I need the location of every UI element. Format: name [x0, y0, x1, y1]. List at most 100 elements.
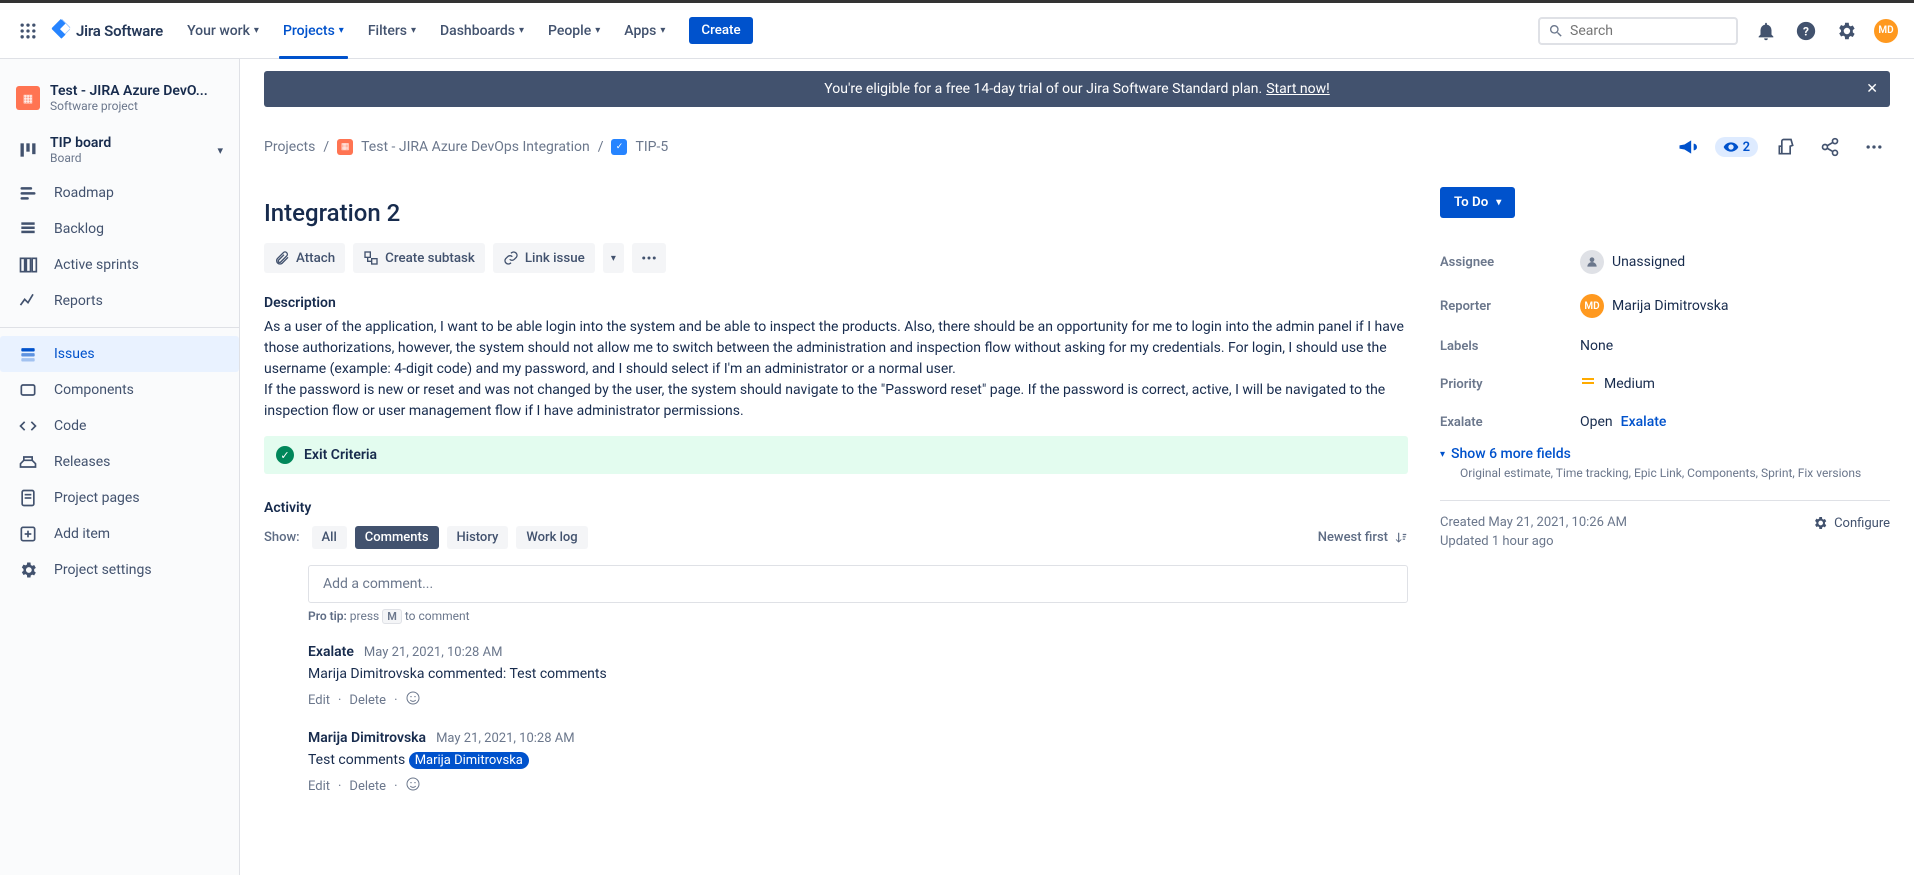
comment-author[interactable]: Exalate [308, 644, 354, 660]
tab-comments[interactable]: Comments [355, 526, 439, 549]
banner-start-link[interactable]: Start now! [1266, 81, 1330, 97]
more-issue-actions[interactable] [632, 243, 666, 273]
create-subtask-button[interactable]: Create subtask [353, 243, 485, 273]
search-icon [1548, 23, 1564, 39]
nav-people[interactable]: People▾ [540, 3, 608, 59]
pages-icon [16, 488, 40, 508]
crumb-projects[interactable]: Projects [264, 139, 315, 155]
sidebar-project[interactable]: ▦ Test - JIRA Azure DevO... Software pro… [0, 75, 239, 121]
crumb-project[interactable]: Test - JIRA Azure DevOps Integration [361, 139, 590, 155]
show-label: Show: [264, 530, 300, 545]
nav-dashboards[interactable]: Dashboards▾ [432, 3, 532, 59]
configure-button[interactable]: Configure [1812, 515, 1890, 531]
banner-close-icon[interactable]: ✕ [1866, 81, 1878, 97]
show-more-fields-list: Original estimate, Time tracking, Epic L… [1460, 466, 1890, 480]
sidebar-components[interactable]: Components [0, 372, 239, 408]
show-more-fields[interactable]: ▾Show 6 more fields [1440, 446, 1890, 462]
user-mention[interactable]: Marija Dimitrovska [409, 752, 529, 769]
priority-label: Priority [1440, 377, 1580, 392]
created-date: Created May 21, 2021, 10:26 AM [1440, 515, 1627, 530]
logo-icon [50, 18, 72, 44]
updated-date: Updated 1 hour ago [1440, 534, 1627, 549]
sidebar-reports[interactable]: Reports [0, 283, 239, 319]
react-icon[interactable] [405, 776, 421, 796]
sidebar-issues[interactable]: Issues [0, 336, 239, 372]
comment-delete[interactable]: Delete [349, 779, 386, 794]
issues-icon [16, 344, 40, 364]
project-name: Test - JIRA Azure DevO... [50, 83, 208, 99]
comment-item: E Exalate May 21, 2021, 10:28 AM Marija … [264, 644, 1408, 710]
create-button[interactable]: Create [689, 17, 752, 44]
description-text[interactable]: As a user of the application, I want to … [264, 317, 1408, 422]
priority-value[interactable]: Medium [1580, 374, 1890, 394]
sidebar-board-toggle[interactable]: TIP board Board ▾ [0, 127, 239, 173]
sidebar-backlog[interactable]: Backlog [0, 211, 239, 247]
exalate-value[interactable]: Open Exalate [1580, 414, 1890, 430]
app-switcher[interactable] [12, 15, 44, 47]
comment-delete[interactable]: Delete [349, 693, 386, 708]
settings-icon[interactable] [1830, 15, 1862, 47]
exit-criteria-panel[interactable]: ✓ Exit Criteria [264, 436, 1408, 474]
search-input[interactable] [1570, 23, 1748, 39]
exalate-link[interactable]: Exalate [1621, 414, 1667, 430]
link-issue-button[interactable]: Link issue [493, 243, 595, 273]
comment-item: MD Marija Dimitrovska May 21, 2021, 10:2… [264, 730, 1408, 796]
tab-history[interactable]: History [447, 526, 509, 549]
help-icon[interactable]: ? [1790, 15, 1822, 47]
reporter-label: Reporter [1440, 299, 1580, 314]
code-icon [16, 416, 40, 436]
sidebar-project-pages[interactable]: Project pages [0, 480, 239, 516]
comment-edit[interactable]: Edit [308, 693, 330, 708]
react-icon[interactable] [405, 690, 421, 710]
watch-button[interactable]: 2 [1715, 137, 1758, 157]
reporter-value[interactable]: MD Marija Dimitrovska [1580, 294, 1890, 318]
assignee-value[interactable]: Unassigned [1580, 250, 1890, 274]
components-icon [16, 380, 40, 400]
description-heading: Description [264, 295, 1408, 311]
add-comment-input[interactable]: Add a comment... [308, 565, 1408, 603]
tab-all[interactable]: All [312, 526, 347, 549]
sidebar-active-sprints[interactable]: Active sprints [0, 247, 239, 283]
crumb-key[interactable]: TIP-5 [635, 139, 668, 155]
share-icon[interactable] [1814, 131, 1846, 163]
sidebar-code[interactable]: Code [0, 408, 239, 444]
jira-logo[interactable]: Jira Software [50, 18, 163, 44]
issue-title[interactable]: Integration 2 [264, 199, 1408, 227]
sidebar-releases[interactable]: Releases [0, 444, 239, 480]
project-icon: ▦ [337, 139, 353, 155]
comment-edit[interactable]: Edit [308, 779, 330, 794]
project-sub: Software project [50, 99, 208, 113]
search-input-wrap[interactable] [1538, 17, 1738, 45]
sidebar-project-settings[interactable]: Project settings [0, 552, 239, 588]
priority-medium-icon [1580, 374, 1596, 394]
unassigned-avatar-icon [1580, 250, 1604, 274]
labels-label: Labels [1440, 339, 1580, 354]
nav-apps[interactable]: Apps▾ [616, 3, 673, 59]
sort-toggle[interactable]: Newest first [1318, 530, 1408, 545]
feedback-icon[interactable] [1671, 131, 1703, 163]
issue-type-icon: ✓ [611, 139, 627, 155]
sidebar-roadmap[interactable]: Roadmap [0, 175, 239, 211]
comment-date: May 21, 2021, 10:28 AM [364, 645, 503, 660]
sidebar-add-item[interactable]: Add item [0, 516, 239, 552]
sprints-icon [16, 255, 40, 275]
vote-icon[interactable] [1770, 131, 1802, 163]
user-avatar[interactable]: MD [1870, 15, 1902, 47]
comment-text: Marija Dimitrovska commented: Test comme… [308, 666, 1408, 682]
chevron-down-icon: ▾ [217, 144, 223, 157]
assignee-label: Assignee [1440, 255, 1580, 270]
nav-filters[interactable]: Filters▾ [360, 3, 424, 59]
attach-button[interactable]: Attach [264, 243, 345, 273]
comment-date: May 21, 2021, 10:28 AM [436, 731, 575, 746]
status-button[interactable]: To Do▾ [1440, 187, 1515, 218]
nav-your-work[interactable]: Your work▾ [179, 3, 267, 59]
reports-icon [16, 291, 40, 311]
labels-value[interactable]: None [1580, 338, 1890, 354]
more-actions-icon[interactable] [1858, 131, 1890, 163]
tab-work-log[interactable]: Work log [516, 526, 587, 549]
notifications-icon[interactable] [1750, 15, 1782, 47]
link-dropdown-button[interactable]: ▾ [603, 243, 624, 273]
comment-author[interactable]: Marija Dimitrovska [308, 730, 426, 746]
nav-projects[interactable]: Projects▾ [275, 3, 352, 59]
backlog-icon [16, 219, 40, 239]
